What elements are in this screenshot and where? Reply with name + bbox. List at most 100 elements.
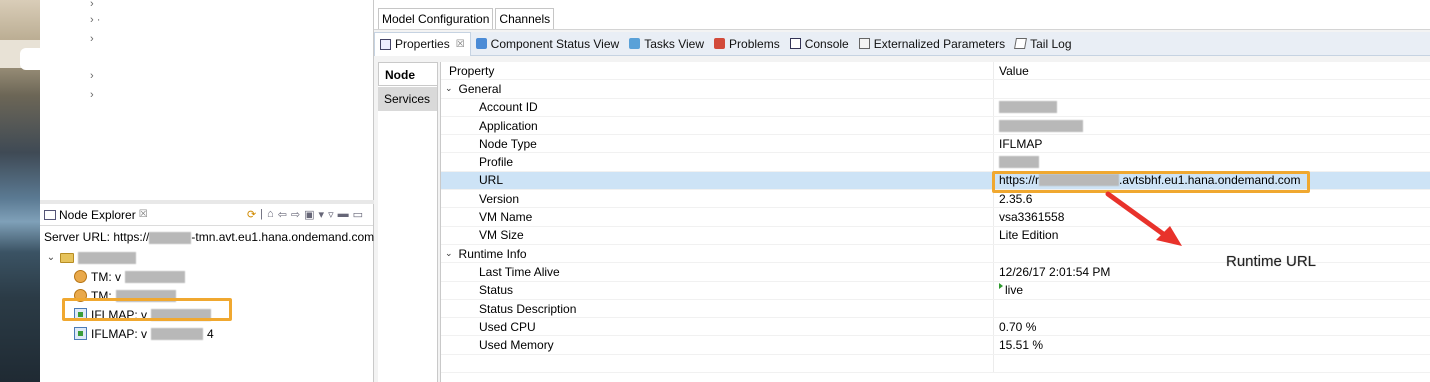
- dropdown-icon[interactable]: ▾: [319, 208, 325, 221]
- property-value: Lite Edition: [999, 228, 1059, 243]
- table-row: [441, 354, 1430, 374]
- node-label: IFLMAP: v: [91, 326, 148, 341]
- node-label-suffix: 4: [207, 326, 214, 341]
- node-explorer-tab[interactable]: Node Explorer ☒: [44, 208, 148, 222]
- property-name: VM Name: [441, 208, 994, 226]
- node-tree: ⌄ TM: v TM: IFLMAP: v IFLMAP: v4: [40, 248, 373, 343]
- tab-label: Problems: [729, 36, 780, 51]
- column-header-property[interactable]: Property: [441, 62, 994, 80]
- redacted-text: [149, 231, 192, 244]
- tab-tasks-view[interactable]: Tasks View: [624, 32, 709, 56]
- redacted-text: [78, 251, 136, 264]
- server-url-suffix: -tmn.avt.eu1.hana.ondemand.com: [191, 230, 375, 244]
- chevron-down-icon[interactable]: ⌄: [445, 248, 453, 259]
- table-header: Property Value: [441, 62, 1430, 81]
- tab-externalized-parameters[interactable]: Externalized Parameters: [854, 32, 1010, 56]
- tail-log-icon: [1014, 38, 1028, 49]
- property-name: Status: [441, 281, 994, 299]
- table-row[interactable]: Profile: [441, 153, 1430, 172]
- folder-icon: [60, 252, 74, 263]
- property-name: Last Time Alive: [441, 263, 994, 281]
- table-row[interactable]: Account ID: [441, 98, 1430, 117]
- node-label: TM: v: [91, 269, 121, 284]
- parameters-icon: [858, 38, 870, 49]
- side-tab-node[interactable]: Node: [378, 62, 437, 86]
- group-label: General: [458, 81, 502, 96]
- table-row[interactable]: Used CPU 0.70 %: [441, 318, 1430, 337]
- property-value: 12/26/17 2:01:54 PM: [999, 264, 1111, 279]
- node-explorer-title: Node Explorer: [59, 207, 136, 222]
- property-name: Used CPU: [441, 318, 994, 336]
- view-menu-icon[interactable]: ▿: [328, 208, 334, 221]
- redacted-text: [151, 327, 204, 340]
- group-row-general[interactable]: ⌄ General: [441, 80, 1430, 99]
- table-row[interactable]: Status live: [441, 281, 1430, 300]
- node-explorer-toolbar: ⟳ | ⌂ ⇦ ⇨ ▣ ▾ ▿ ▬ ▭: [247, 208, 373, 221]
- table-row[interactable]: VM Name vsa3361558: [441, 208, 1430, 227]
- close-icon[interactable]: ☒: [139, 209, 148, 220]
- redacted-text: [125, 270, 185, 283]
- tree-node[interactable]: TM: v: [46, 267, 373, 286]
- close-icon[interactable]: ☒: [456, 39, 465, 50]
- project-tree-panel: › › · › › ›: [40, 0, 374, 200]
- column-header-value[interactable]: Value: [994, 62, 1430, 79]
- iflmap-highlight-box: [62, 298, 232, 321]
- status-text: live: [1005, 283, 1024, 298]
- redacted-value: [999, 119, 1083, 132]
- table-row[interactable]: VM Size Lite Edition: [441, 226, 1430, 245]
- group-label: Runtime Info: [458, 246, 527, 261]
- minimize-icon[interactable]: ▬: [338, 208, 349, 221]
- forward-icon[interactable]: ⇨: [291, 208, 300, 221]
- runtime-url-callout: Runtime URL: [1226, 253, 1317, 270]
- server-url-prefix: Server URL: https://: [44, 230, 150, 244]
- tree-fragment: › ·: [90, 14, 101, 26]
- tree-root[interactable]: ⌄: [46, 248, 373, 267]
- tree-fragment: ›: [90, 89, 94, 101]
- console-icon: [789, 38, 801, 49]
- tab-channels[interactable]: Channels: [495, 8, 555, 29]
- iflmap-node-icon: [74, 327, 87, 340]
- tree-fragment: ›: [90, 0, 94, 10]
- redacted-value: [999, 101, 1057, 114]
- refresh-icon[interactable]: ⟳: [247, 208, 256, 221]
- component-status-icon: [475, 38, 487, 49]
- deploy-icon[interactable]: ▣: [304, 208, 314, 221]
- tab-properties[interactable]: Properties ☒: [374, 31, 471, 56]
- home-icon[interactable]: ⌂: [267, 208, 274, 221]
- property-name: Profile: [441, 153, 994, 171]
- tab-console[interactable]: Console: [785, 32, 854, 56]
- maximize-icon[interactable]: ▭: [353, 208, 363, 221]
- tab-tail-log[interactable]: Tail Log: [1010, 32, 1076, 56]
- tasks-icon: [629, 38, 641, 49]
- tab-problems[interactable]: Problems: [709, 32, 785, 56]
- server-url: Server URL: https:// -tmn.avt.eu1.hana.on…: [40, 226, 375, 248]
- tab-label: Externalized Parameters: [873, 36, 1006, 51]
- side-tab-services[interactable]: Services: [378, 87, 437, 111]
- tab-model-configuration[interactable]: Model Configuration: [378, 8, 494, 29]
- property-value: [994, 300, 1430, 317]
- table-row[interactable]: Used Memory 15.51 %: [441, 336, 1430, 355]
- separator-icon: |: [260, 208, 264, 220]
- property-value: IFLMAP: [999, 136, 1043, 151]
- property-name: Application: [441, 116, 994, 135]
- tab-label: Properties: [395, 37, 450, 51]
- problems-icon: [714, 38, 726, 49]
- editor-tabbar: Model Configuration Channels: [374, 0, 1430, 30]
- tab-label: Component Status View: [490, 36, 620, 51]
- property-name: Status Description: [441, 299, 994, 318]
- back-icon[interactable]: ⇦: [278, 208, 287, 221]
- tab-component-status-view[interactable]: Component Status View: [471, 32, 625, 56]
- table-row[interactable]: Node Type IFLMAP: [441, 135, 1430, 154]
- property-name: Version: [441, 190, 994, 208]
- property-value: live: [994, 282, 1430, 299]
- tree-node[interactable]: IFLMAP: v 4: [46, 324, 373, 343]
- chevron-down-icon[interactable]: ⌄: [445, 83, 453, 94]
- properties-table: Property Value ⌄ General Account ID Appli…: [440, 62, 1430, 382]
- tree-fragment: ›: [90, 33, 94, 45]
- property-value: vsa3361558: [999, 210, 1065, 225]
- tm-node-icon: [74, 270, 87, 283]
- table-row[interactable]: Status Description: [441, 299, 1430, 319]
- chevron-down-icon[interactable]: ⌄: [46, 252, 56, 263]
- table-row[interactable]: Application: [441, 116, 1430, 136]
- tab-label: Tasks View: [644, 36, 705, 51]
